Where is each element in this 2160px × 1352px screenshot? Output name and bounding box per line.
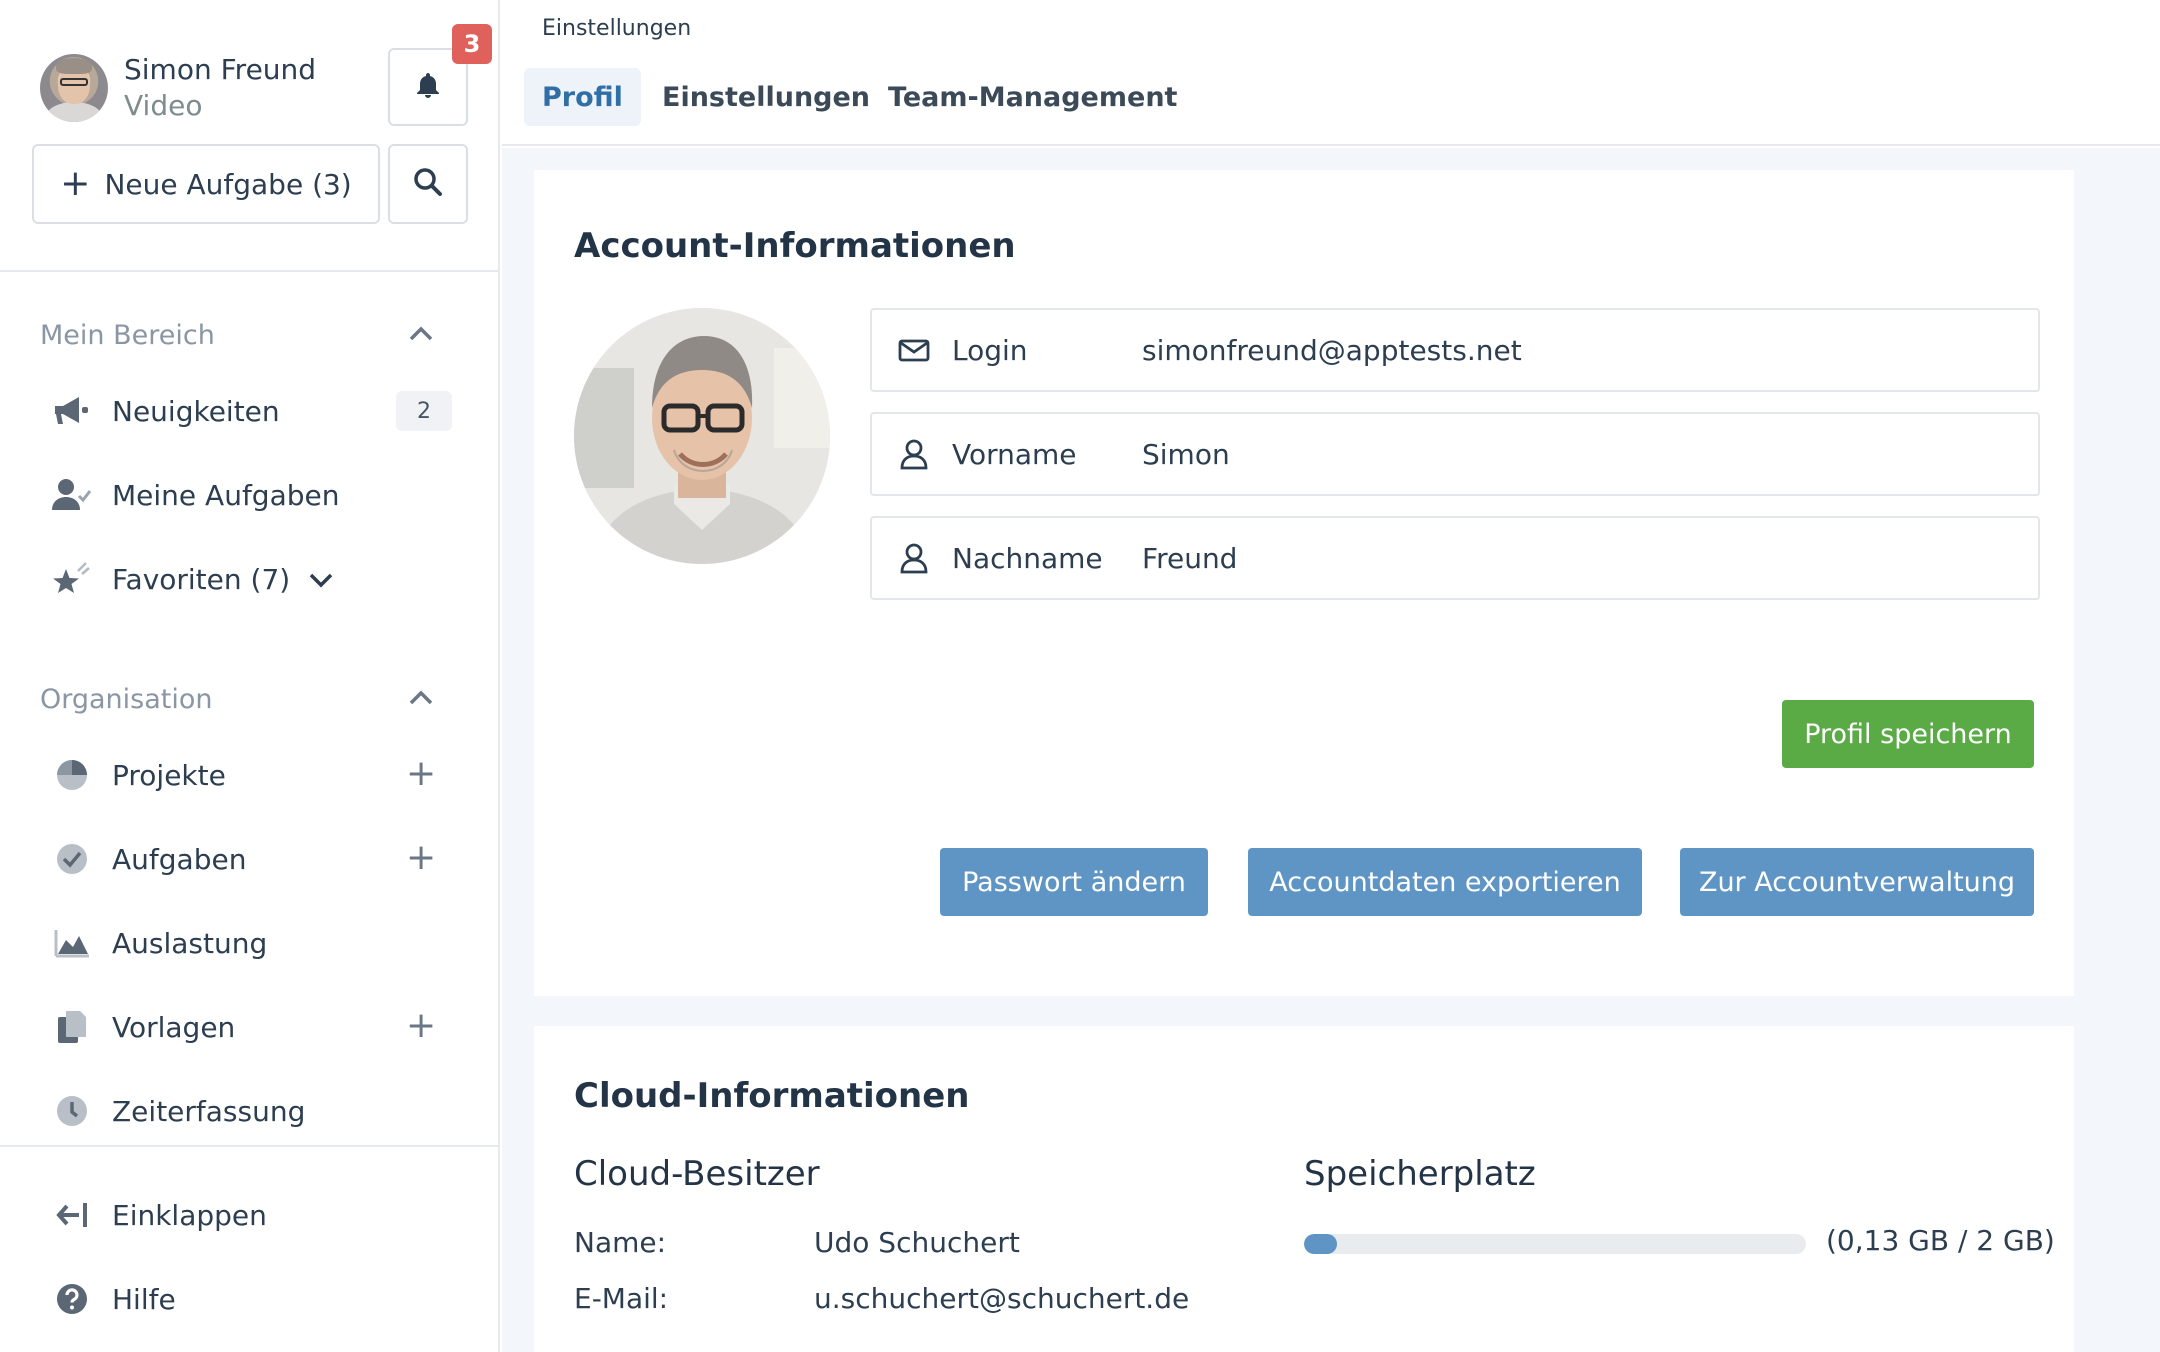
- sidebar-item-neuigkeiten[interactable]: Neuigkeiten: [52, 386, 280, 436]
- user-profile[interactable]: Simon Freund Video: [40, 52, 316, 124]
- tab-profil[interactable]: Profil: [524, 68, 641, 126]
- section-heading: Account-Informationen: [574, 226, 1016, 266]
- chevron-up-icon[interactable]: [408, 324, 434, 346]
- notification-badge: 3: [452, 24, 492, 64]
- user-subtitle: Video: [124, 89, 203, 122]
- user-icon: [898, 542, 934, 578]
- sidebar-item-aufgaben[interactable]: Aufgaben: [52, 834, 246, 884]
- owner-name-label: Name:: [574, 1226, 667, 1259]
- chevron-down-icon[interactable]: [308, 563, 334, 596]
- account-management-button[interactable]: Zur Accountverwaltung: [1680, 848, 2034, 916]
- storage-usage-text: (0,13 GB / 2 GB): [1826, 1224, 2055, 1257]
- new-task-label: Neue Aufgabe (3): [104, 167, 352, 201]
- sidebar-item-favoriten[interactable]: Favoriten (7): [52, 554, 334, 604]
- field-label: Vorname: [952, 437, 1077, 471]
- sidebar-divider: [0, 270, 500, 272]
- storage-heading: Speicherplatz: [1304, 1154, 1536, 1194]
- profile-photo[interactable]: [574, 308, 830, 564]
- area-chart-icon: [52, 923, 92, 963]
- add-task-icon[interactable]: +: [406, 840, 436, 876]
- tab-team-management[interactable]: Team-Management: [870, 68, 1195, 126]
- lastname-field: Nachname Freund: [870, 516, 2040, 600]
- star-icon: [52, 559, 92, 599]
- collapse-icon: [52, 1195, 92, 1235]
- section-title-organisation: Organisation: [40, 684, 213, 715]
- firstname-field: Vorname Simon: [870, 412, 2040, 496]
- sidebar-collapse[interactable]: Einklappen: [52, 1190, 267, 1240]
- storage-progress-bar: [1304, 1234, 1806, 1254]
- sidebar-item-label: Neuigkeiten: [112, 394, 280, 428]
- check-circle-icon: [52, 839, 92, 879]
- export-account-button[interactable]: Accountdaten exportieren: [1248, 848, 1642, 916]
- sidebar-item-label: Meine Aufgaben: [112, 478, 340, 512]
- user-name: Simon Freund: [124, 53, 317, 86]
- breadcrumb[interactable]: Einstellungen: [542, 16, 691, 41]
- new-task-button[interactable]: + Neue Aufgabe (3): [32, 144, 380, 224]
- storage-progress-fill: [1304, 1234, 1337, 1254]
- user-check-icon: [52, 475, 92, 515]
- field-value: Freund: [1142, 541, 1238, 575]
- user-icon: [898, 438, 934, 474]
- sidebar-item-zeiterfassung[interactable]: Zeiterfassung: [52, 1086, 305, 1136]
- field-value: Simon: [1142, 437, 1230, 471]
- section-heading: Cloud-Informationen: [574, 1076, 970, 1116]
- sidebar-item-label: Favoriten (7): [112, 562, 291, 596]
- plus-icon: +: [60, 163, 91, 204]
- change-password-button[interactable]: Passwort ändern: [940, 848, 1208, 916]
- owner-email-label: E-Mail:: [574, 1282, 669, 1315]
- chevron-up-icon[interactable]: [408, 688, 434, 710]
- save-profile-button[interactable]: Profil speichern: [1782, 700, 2034, 768]
- sidebar-item-label: Vorlagen: [112, 1010, 236, 1044]
- avatar: [40, 54, 108, 122]
- sidebar-item-label: Auslastung: [112, 926, 268, 960]
- count-badge: 2: [396, 391, 452, 431]
- envelope-icon: [898, 334, 934, 370]
- field-label: Nachname: [952, 541, 1103, 575]
- sidebar-help[interactable]: Hilfe: [52, 1274, 176, 1324]
- search-icon: [413, 167, 443, 201]
- sidebar-divider: [0, 1145, 500, 1147]
- field-value: simonfreund@apptests.net: [1142, 333, 1522, 367]
- add-project-icon[interactable]: +: [406, 756, 436, 792]
- owner-email-value[interactable]: u.schuchert@schuchert.de: [814, 1282, 1189, 1315]
- clock-icon: [52, 1091, 92, 1131]
- login-field: Login simonfreund@apptests.net: [870, 308, 2040, 392]
- sidebar-item-projekte[interactable]: Projekte: [52, 750, 226, 800]
- help-icon: [52, 1279, 92, 1319]
- add-template-icon[interactable]: +: [406, 1008, 436, 1044]
- sidebar: Simon Freund Video 3 + Neue Aufgabe (3) …: [0, 0, 500, 1352]
- sidebar-item-label: Zeiterfassung: [112, 1094, 306, 1128]
- sidebar-item-label: Aufgaben: [112, 842, 247, 876]
- cloud-owner-heading: Cloud-Besitzer: [574, 1154, 820, 1194]
- megaphone-icon: [52, 391, 92, 431]
- sidebar-item-label: Einklappen: [112, 1198, 267, 1232]
- account-card: Account-Informationen Login simonfreund@…: [534, 170, 2074, 996]
- field-label: Login: [952, 333, 1028, 367]
- sidebar-item-label: Projekte: [112, 758, 226, 792]
- search-button[interactable]: [388, 144, 468, 224]
- pie-chart-icon: [52, 755, 92, 795]
- section-title-mein-bereich: Mein Bereich: [40, 320, 215, 351]
- sidebar-item-auslastung[interactable]: Auslastung: [52, 918, 267, 968]
- header: Einstellungen Profil Einstellungen Team-…: [502, 0, 2160, 146]
- cloud-card: Cloud-Informationen Cloud-Besitzer Name:…: [534, 1026, 2074, 1352]
- owner-name-value: Udo Schuchert: [814, 1226, 1020, 1259]
- sidebar-item-label: Hilfe: [112, 1282, 176, 1316]
- copy-icon: [52, 1007, 92, 1047]
- sidebar-item-vorlagen[interactable]: Vorlagen: [52, 1002, 235, 1052]
- tab-einstellungen[interactable]: Einstellungen: [644, 68, 888, 126]
- bell-icon: [415, 71, 441, 103]
- sidebar-item-meine-aufgaben[interactable]: Meine Aufgaben: [52, 470, 339, 520]
